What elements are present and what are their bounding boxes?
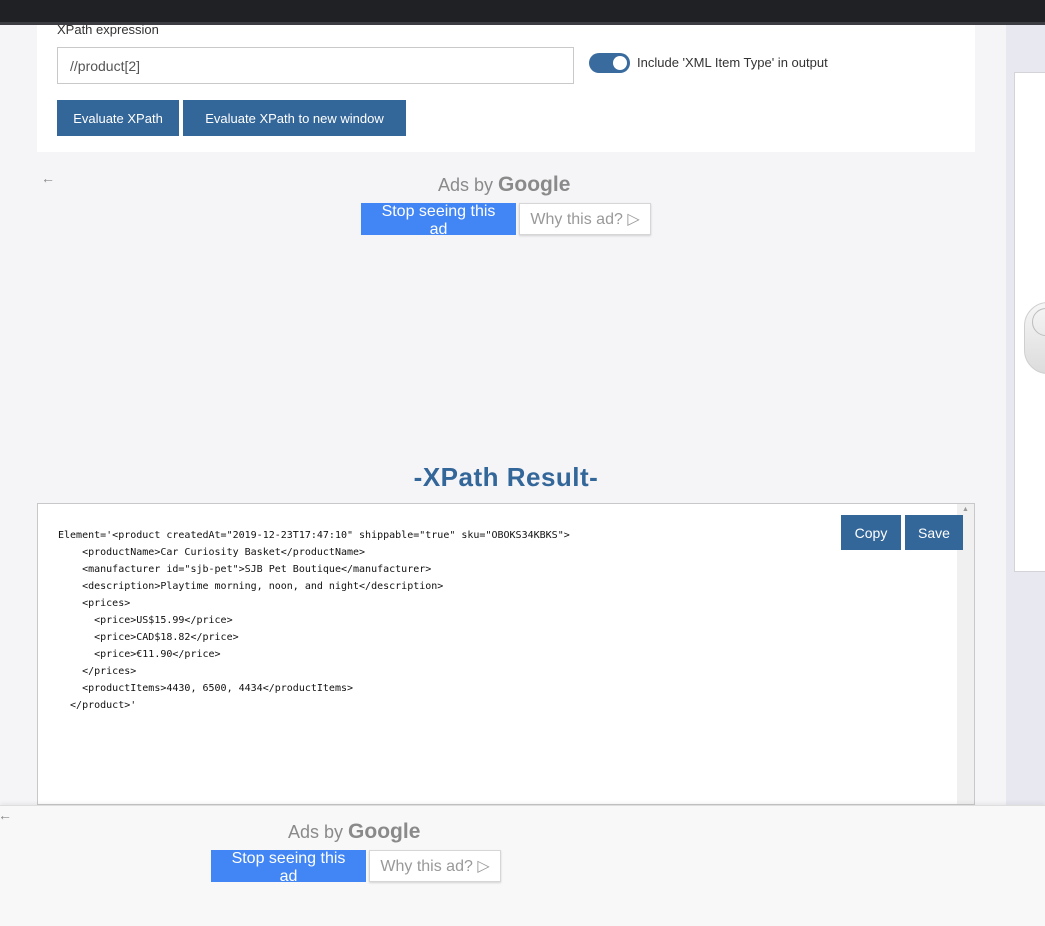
adchoices-icon: ▷ bbox=[477, 858, 490, 875]
why-this-ad-label: Why this ad? bbox=[380, 858, 473, 875]
code-line: <productItems>4430, 6500, 4434</productI… bbox=[58, 683, 354, 694]
ads-by-google-label: Ads by Google bbox=[288, 820, 420, 844]
evaluate-xpath-button[interactable]: Evaluate XPath bbox=[57, 100, 179, 136]
result-code: Element='<product createdAt="2019-12-23T… bbox=[58, 527, 570, 714]
evaluate-xpath-new-window-button[interactable]: Evaluate XPath to new window bbox=[183, 100, 406, 136]
code-line: </prices> bbox=[58, 666, 137, 677]
code-line: <price>€11.90</price> bbox=[58, 649, 221, 660]
code-line: Element='<product createdAt="2019-12-23T… bbox=[58, 530, 570, 541]
google-logo-text: Google bbox=[498, 173, 571, 196]
code-line: <manufacturer id="sjb-pet">SJB Pet Bouti… bbox=[58, 564, 432, 575]
ad-back-arrow-icon[interactable]: ← bbox=[41, 170, 55, 186]
include-item-type-label: Include 'XML Item Type' in output bbox=[637, 55, 828, 70]
ad-back-arrow-icon[interactable]: ← bbox=[0, 807, 12, 823]
code-line: <description>Playtime morning, noon, and… bbox=[58, 581, 444, 592]
browser-top-bar bbox=[0, 0, 1045, 22]
toggle-knob bbox=[613, 56, 627, 70]
why-this-ad-label: Why this ad? bbox=[530, 211, 623, 228]
why-this-ad-button[interactable]: Why this ad? ▷ bbox=[369, 850, 501, 882]
ads-by-google-label: Ads by Google bbox=[438, 173, 570, 197]
xpath-expression-label: XPath expression bbox=[57, 22, 159, 37]
ad-container-bottom bbox=[0, 805, 1045, 926]
copy-button[interactable]: Copy bbox=[841, 515, 901, 550]
adchoices-icon: ▷ bbox=[627, 211, 640, 228]
stop-seeing-ad-button[interactable]: Stop seeing this ad bbox=[361, 203, 516, 238]
include-item-type-toggle[interactable] bbox=[589, 53, 630, 73]
ads-by-text: Ads by bbox=[288, 822, 344, 842]
code-line: </product>' bbox=[58, 700, 137, 711]
stop-seeing-ad-button[interactable]: Stop seeing this ad bbox=[211, 850, 366, 885]
why-this-ad-button[interactable]: Why this ad? ▷ bbox=[519, 203, 651, 235]
save-button[interactable]: Save bbox=[905, 515, 963, 550]
code-line: <prices> bbox=[58, 598, 131, 609]
code-line: <productName>Car Curiosity Basket</produ… bbox=[58, 547, 366, 558]
google-logo-text: Google bbox=[348, 820, 421, 843]
code-line: <price>US$15.99</price> bbox=[58, 615, 233, 626]
xpath-expression-input[interactable] bbox=[57, 47, 574, 84]
scroll-up-arrow-icon[interactable]: ▲ bbox=[962, 506, 969, 513]
code-line: <price>CAD$18.82</price> bbox=[58, 632, 239, 643]
xpath-result-title: -XPath Result- bbox=[413, 462, 599, 492]
ads-by-text: Ads by bbox=[438, 175, 494, 195]
